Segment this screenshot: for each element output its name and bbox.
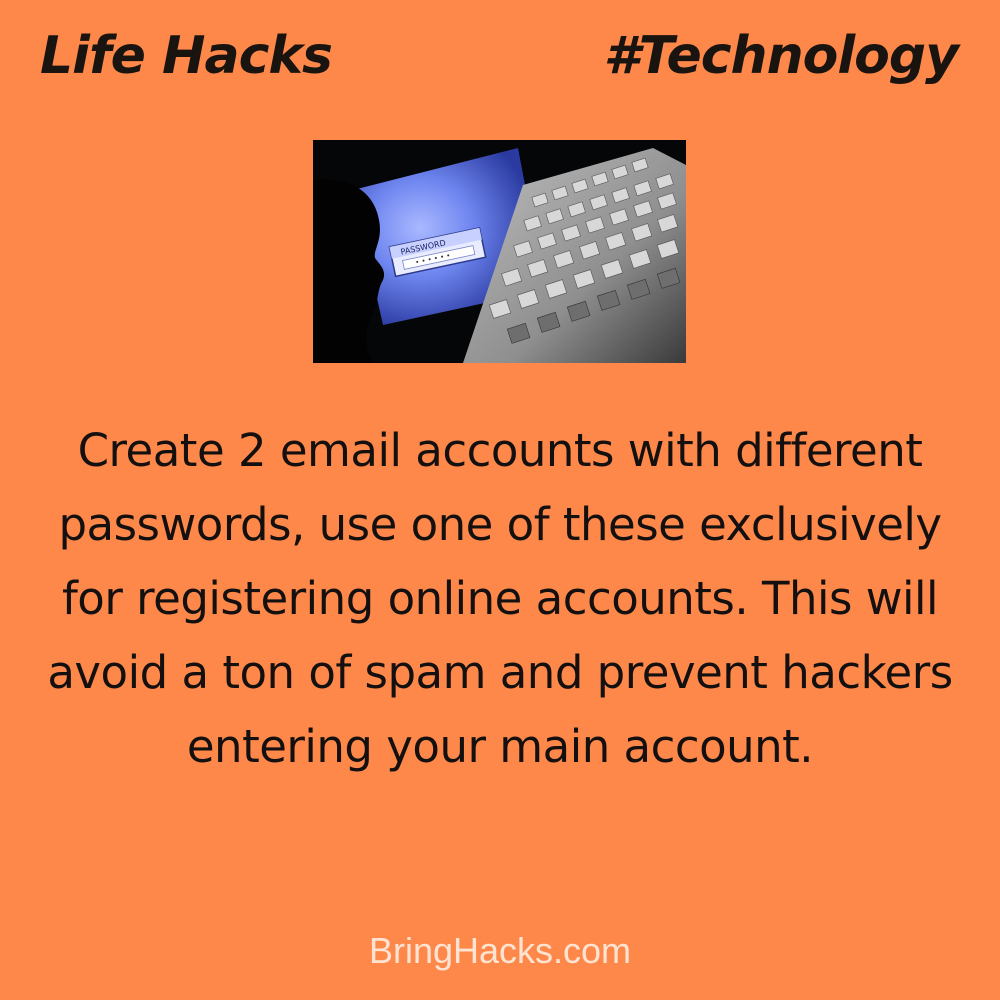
poster: Life Hacks #Technology PASSWORD • • • • …: [0, 0, 1000, 1000]
password-keyboard-photo-icon: PASSWORD • • • • • •: [313, 140, 686, 363]
site-credit: BringHacks.com: [368, 930, 632, 971]
hero-photo: PASSWORD • • • • • •: [313, 140, 686, 363]
tip-text: Create 2 email accounts with different p…: [47, 424, 953, 773]
category-hashtag: #Technology: [603, 26, 959, 86]
brand-title: Life Hacks: [40, 26, 333, 86]
